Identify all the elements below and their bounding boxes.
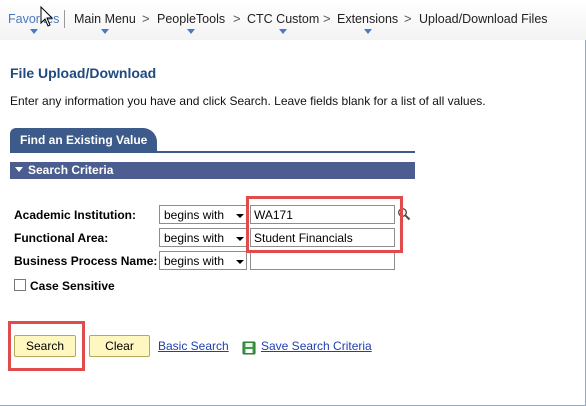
save-disk-icon (242, 341, 256, 355)
academic-institution-label: Academic Institution: (14, 208, 137, 222)
chevron-down-icon (363, 29, 372, 34)
breadcrumb-item-ctc-custom[interactable]: CTC Custom (247, 12, 320, 34)
breadcrumb: Favorites Main Menu > PeopleTools > CTC … (0, 0, 586, 40)
basic-search-link[interactable]: Basic Search (158, 339, 229, 353)
breadcrumb-separator: > (142, 11, 150, 26)
clear-button[interactable]: Clear (89, 335, 150, 357)
dropdown-arrow-icon (236, 237, 244, 241)
case-sensitive-label: Case Sensitive (30, 279, 115, 293)
select-value: begins with (164, 231, 225, 245)
case-sensitive-checkbox[interactable] (14, 279, 26, 291)
select-value: begins with (164, 254, 225, 268)
chevron-down-icon (29, 29, 38, 34)
breadcrumb-separator: > (404, 11, 412, 26)
breadcrumb-label: PeopleTools (157, 12, 226, 26)
dropdown-arrow-icon (236, 214, 244, 218)
functional-area-operator-select[interactable]: begins with (159, 228, 247, 247)
business-process-name-input[interactable] (250, 251, 395, 270)
chevron-down-icon (187, 29, 196, 34)
page-title: File Upload/Download (10, 65, 157, 81)
section-label: Search Criteria (28, 163, 114, 177)
save-search-criteria-link[interactable]: Save Search Criteria (261, 339, 372, 353)
select-value: begins with (164, 208, 225, 222)
mouse-cursor-icon (40, 6, 54, 27)
chevron-down-icon (100, 29, 109, 34)
functional-area-label: Functional Area: (14, 231, 109, 245)
breadcrumb-label: Upload/Download Files (419, 12, 548, 26)
dropdown-arrow-icon (236, 260, 244, 264)
search-criteria-section-header[interactable]: Search Criteria (10, 162, 415, 179)
breadcrumb-label: Main Menu (74, 12, 136, 26)
chevron-down-icon (279, 29, 288, 34)
page-instructions: Enter any information you have and click… (10, 94, 486, 108)
breadcrumb-item-main-menu[interactable]: Main Menu (74, 12, 136, 34)
breadcrumb-label: CTC Custom (247, 12, 320, 26)
breadcrumb-item-extensions[interactable]: Extensions (337, 12, 399, 34)
academic-institution-operator-select[interactable]: begins with (159, 205, 247, 224)
breadcrumb-item-upload-download-files[interactable]: Upload/Download Files (419, 12, 548, 26)
business-process-name-operator-select[interactable]: begins with (159, 251, 247, 270)
divider (64, 10, 65, 28)
breadcrumb-label: Extensions (337, 12, 399, 26)
breadcrumb-item-peopletools[interactable]: PeopleTools (157, 12, 226, 34)
tab-underline (10, 151, 415, 153)
business-process-name-label: Business Process Name: (14, 254, 158, 268)
breadcrumb-separator: > (233, 11, 241, 26)
tab-find-existing-value[interactable]: Find an Existing Value (10, 128, 157, 151)
annotation-highlight-search (8, 321, 85, 371)
annotation-highlight-fields (246, 196, 403, 253)
collapse-triangle-icon (15, 167, 23, 173)
breadcrumb-separator: > (323, 11, 331, 26)
